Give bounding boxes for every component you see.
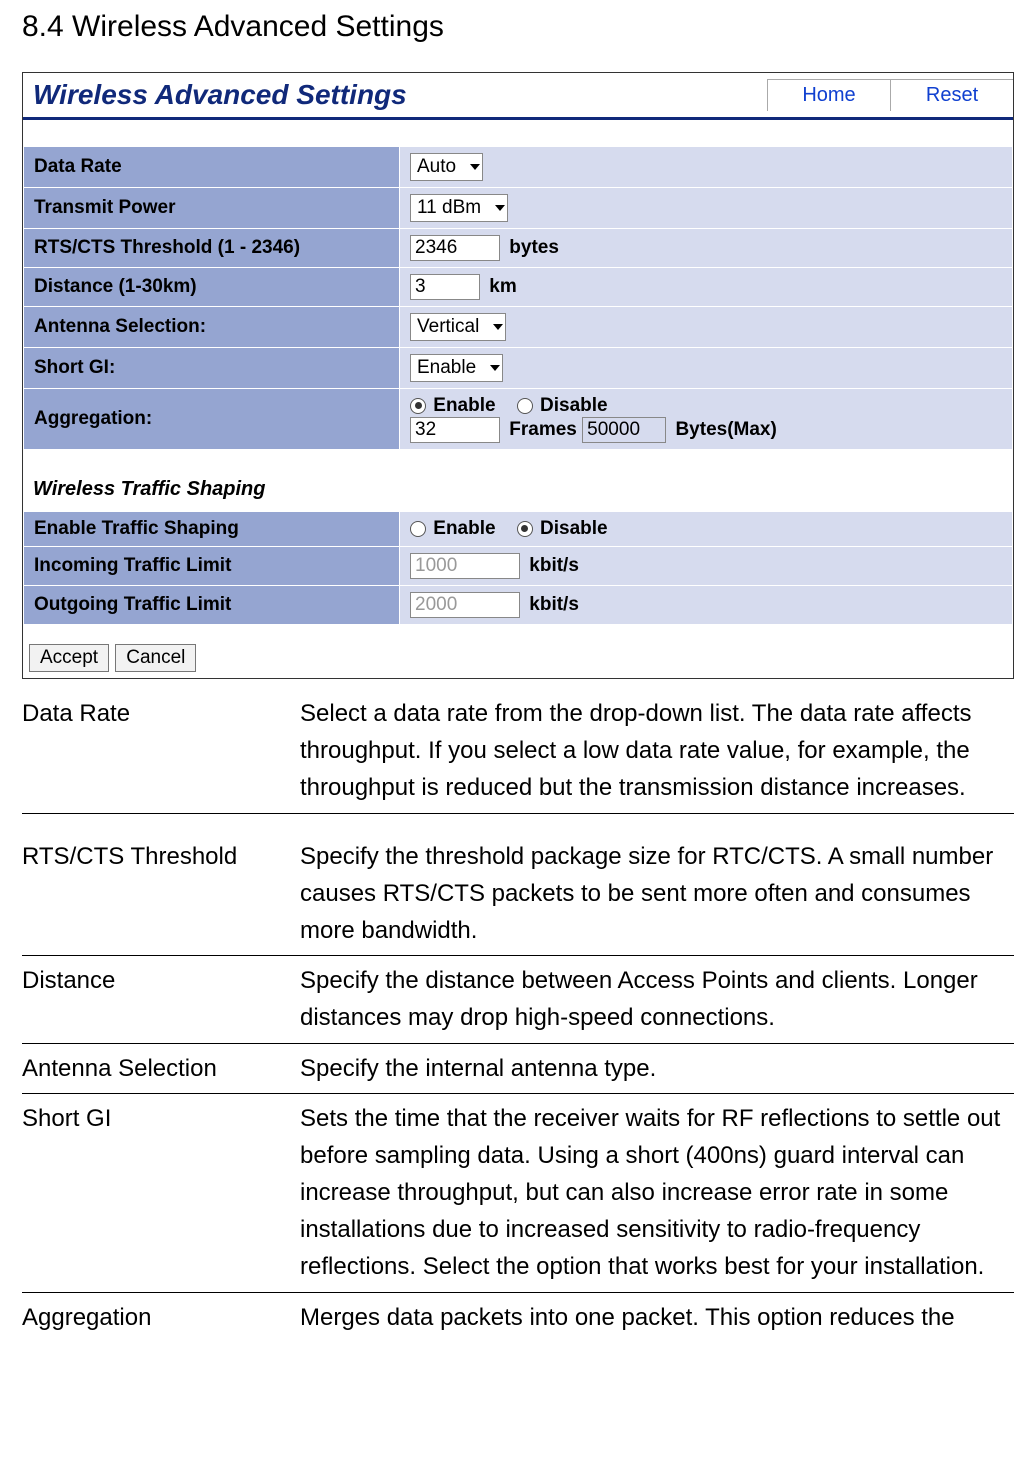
short-gi-select[interactable]: Enable xyxy=(410,354,503,382)
panel-title: Wireless Advanced Settings xyxy=(33,79,407,111)
data-rate-label: Data Rate xyxy=(24,147,400,188)
traffic-enable-radio[interactable] xyxy=(410,521,426,537)
accept-button[interactable]: Accept xyxy=(29,644,109,672)
settings-panel: Wireless Advanced Settings Home Reset Da… xyxy=(22,72,1014,679)
desc-term: Aggregation xyxy=(22,1292,300,1342)
antenna-select[interactable]: Vertical xyxy=(410,313,506,341)
traffic-disable-text: Disable xyxy=(540,518,608,539)
antenna-label: Antenna Selection: xyxy=(24,307,400,348)
desc-term: Antenna Selection xyxy=(22,1043,300,1093)
data-rate-value: Auto xyxy=(417,156,456,178)
traffic-enable-text: Enable xyxy=(433,518,495,539)
panel-header: Wireless Advanced Settings Home Reset xyxy=(23,73,1013,120)
rts-unit: bytes xyxy=(509,237,559,258)
incoming-input[interactable] xyxy=(410,553,520,579)
aggregation-enable-radio[interactable] xyxy=(410,398,426,414)
desc-term: RTS/CTS Threshold xyxy=(22,832,300,956)
rts-label: RTS/CTS Threshold (1 - 2346) xyxy=(24,229,400,268)
desc-text: Specify the internal antenna type. xyxy=(300,1043,1014,1093)
desc-text: Specify the distance between Access Poin… xyxy=(300,956,1014,1043)
antenna-value: Vertical xyxy=(417,316,479,338)
settings-table: Data Rate Auto Transmit Power 11 dBm RTS… xyxy=(23,146,1013,450)
aggregation-bytes-label: Bytes(Max) xyxy=(675,419,776,440)
reset-link[interactable]: Reset xyxy=(890,79,1013,111)
desc-term: Short GI xyxy=(22,1093,300,1292)
aggregation-disable-radio[interactable] xyxy=(517,398,533,414)
aggregation-bytes-input[interactable] xyxy=(582,417,666,443)
description-table: Data Rate Select a data rate from the dr… xyxy=(22,689,1014,1342)
short-gi-label: Short GI: xyxy=(24,348,400,389)
desc-text: Sets the time that the receiver waits fo… xyxy=(300,1093,1014,1292)
desc-text: Specify the threshold package size for R… xyxy=(300,832,1014,956)
page-title: 8.4 Wireless Advanced Settings xyxy=(0,0,1036,72)
incoming-label: Incoming Traffic Limit xyxy=(24,547,400,586)
incoming-unit: kbit/s xyxy=(529,555,579,576)
data-rate-select[interactable]: Auto xyxy=(410,153,483,181)
desc-text: Merges data packets into one packet. Thi… xyxy=(300,1292,1014,1342)
traffic-disable-radio[interactable] xyxy=(517,521,533,537)
desc-text: Select a data rate from the drop-down li… xyxy=(300,689,1014,813)
aggregation-label: Aggregation: xyxy=(24,389,400,450)
distance-unit: km xyxy=(489,276,516,297)
desc-term: Distance xyxy=(22,956,300,1043)
tx-power-label: Transmit Power xyxy=(24,188,400,229)
outgoing-label: Outgoing Traffic Limit xyxy=(24,586,400,625)
distance-label: Distance (1-30km) xyxy=(24,268,400,307)
desc-term: Data Rate xyxy=(22,689,300,813)
cancel-button[interactable]: Cancel xyxy=(115,644,196,672)
chevron-down-icon xyxy=(470,164,480,170)
short-gi-value: Enable xyxy=(417,357,476,379)
home-link[interactable]: Home xyxy=(767,79,890,111)
aggregation-frames-input[interactable] xyxy=(410,417,500,443)
outgoing-unit: kbit/s xyxy=(529,594,579,615)
tx-power-select[interactable]: 11 dBm xyxy=(410,194,508,222)
chevron-down-icon xyxy=(493,324,503,330)
chevron-down-icon xyxy=(495,205,505,211)
distance-input[interactable] xyxy=(410,274,480,300)
traffic-enable-label: Enable Traffic Shaping xyxy=(24,512,400,547)
rts-input[interactable] xyxy=(410,235,500,261)
traffic-shaping-heading: Wireless Traffic Shaping xyxy=(23,450,1013,511)
aggregation-disable-text: Disable xyxy=(540,395,608,416)
aggregation-frames-label: Frames xyxy=(509,419,577,440)
traffic-table: Enable Traffic Shaping Enable Disable In… xyxy=(23,511,1013,625)
outgoing-input[interactable] xyxy=(410,592,520,618)
aggregation-enable-text: Enable xyxy=(433,395,495,416)
chevron-down-icon xyxy=(490,365,500,371)
tx-power-value: 11 dBm xyxy=(417,197,481,219)
